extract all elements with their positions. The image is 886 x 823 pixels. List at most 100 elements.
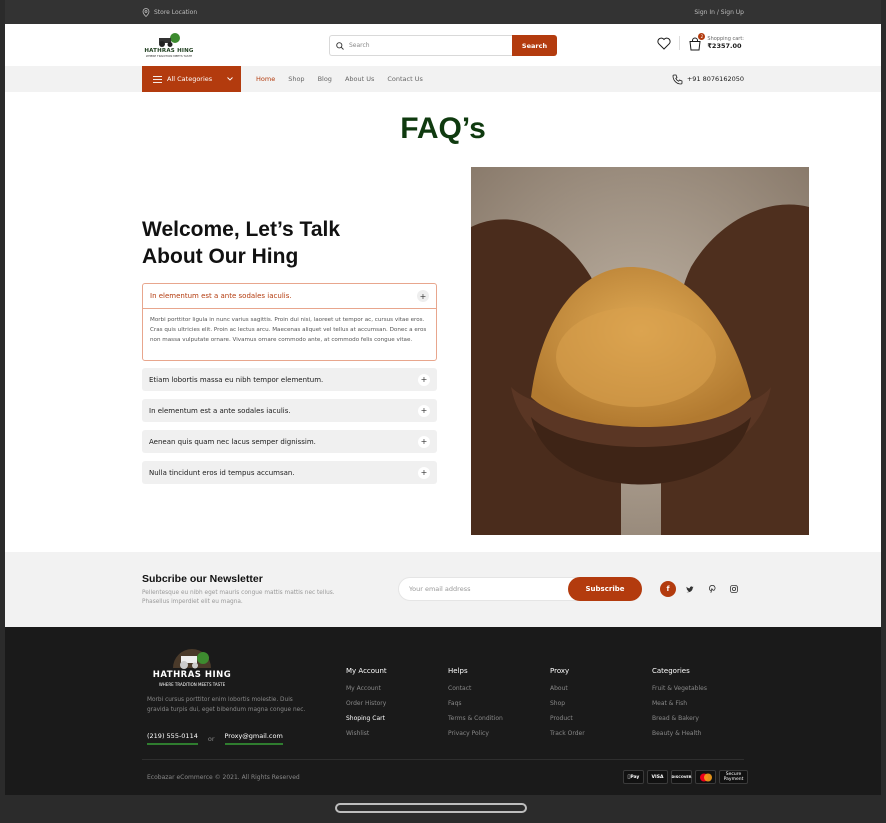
subscribe-button[interactable]: Subscribe [568,577,642,601]
payment-methods: Pay VISA DISCOVER Secure Payment [623,770,748,784]
sign-in-link[interactable]: Sign In [694,9,715,16]
all-categories-button[interactable]: All Categories [142,66,241,92]
apple-pay-label: Pay [628,774,639,780]
discover-icon: DISCOVER [671,770,692,784]
social-links: f [660,581,742,597]
store-location-label: Store Location [154,8,198,16]
footer-column-proxy: Proxy About Shop Product Track Order [550,667,585,745]
nav-contact-us[interactable]: Contact Us [387,75,423,83]
footer-logo[interactable]: HATHRAS HING WHERE TRADITION MEETS TASTE [147,637,237,687]
plus-icon[interactable]: + [417,290,429,302]
footer-link[interactable]: Faqs [448,700,503,715]
nav-about-us[interactable]: About Us [345,75,374,83]
phone-icon [672,74,683,84]
plus-icon[interactable]: + [418,435,430,448]
nav-shop[interactable]: Shop [288,75,304,83]
faq-answer: Morbi porttitor ligula in nunc varius sa… [150,317,427,343]
site-logo[interactable]: HATHRAS HING WHERE TRADITION MEETS TASTE [142,29,196,61]
welcome-heading: Welcome, Let’s Talk About Our Hing [142,218,341,268]
cart-button[interactable]: 2 Shopping cart: ₹2357.00 [688,33,744,51]
newsletter-title: Subcribe our Newsletter [142,573,263,585]
newsletter-form: Your email address Subscribe [398,577,642,601]
faq-item[interactable]: Aenean quis quam nec lacus semper dignis… [142,430,437,453]
faq-question-text: Nulla tincidunt eros id tempus accumsan. [149,468,295,477]
pinterest-icon[interactable] [704,581,720,597]
main-nav: All Categories Home Shop Blog About Us C… [5,66,881,92]
header-actions: 2 Shopping cart: ₹2357.00 [657,33,744,51]
twitter-icon[interactable] [682,581,698,597]
plus-icon[interactable]: + [418,373,430,386]
faq-question-text: In elementum est a ante sodales iaculis. [150,292,292,300]
faq-section: FAQ’s Welcome, Let’s Talk About Our Hing… [5,92,881,552]
faq-question-text: Aenean quis quam nec lacus semper dignis… [149,437,316,446]
footer-contact: (219) 555-0114 or Proxy@gmail.com [147,732,283,745]
faq-question[interactable]: In elementum est a ante sodales iaculis.… [143,284,436,309]
plus-icon[interactable]: + [418,404,430,417]
sign-up-link[interactable]: Sign Up [721,9,744,16]
footer-link[interactable]: Contact [448,685,503,700]
discover-label: DISCOVER [671,775,692,779]
horizontal-scrollbar[interactable] [335,803,527,813]
cart-total: ₹2357.00 [707,42,742,50]
phone-contact[interactable]: +91 8076162050 [672,66,744,92]
search-bar: Search Search [329,35,557,56]
hamburger-icon [153,75,162,83]
footer: HATHRAS HING WHERE TRADITION MEETS TASTE… [5,627,881,795]
footer-link[interactable]: About [550,685,585,700]
payment-label: Payment [723,777,744,782]
instagram-icon[interactable] [726,581,742,597]
cart-icon-wrap: 2 [688,33,706,51]
footer-link[interactable]: Shoping Cart [346,715,387,730]
footer-column-my-account: My Account My Account Order History Shop… [346,667,387,745]
faq-question-text: In elementum est a ante sodales iaculis. [149,406,291,415]
mastercard-icon [695,770,716,784]
footer-link[interactable]: Order History [346,700,387,715]
nav-home[interactable]: Home [256,75,275,83]
search-icon [336,41,344,50]
faq-item[interactable]: Etiam lobortis massa eu nibh tempor elem… [142,368,437,391]
footer-link[interactable]: Shop [550,700,585,715]
copyright: Ecobazar eCommerce © 2021. All Rights Re… [147,774,300,781]
footer-link[interactable]: Bread & Bakery [652,715,707,730]
footer-column-title: Proxy [550,667,570,675]
search-input[interactable]: Search [329,35,512,56]
footer-description: Morbi cursus porttitor enim lobortis mol… [147,697,306,713]
top-bar: Store Location Sign In / Sign Up [5,0,881,24]
footer-link[interactable]: Beauty & Health [652,730,707,745]
footer-link[interactable]: Product [550,715,585,730]
all-categories-label: All Categories [167,75,213,83]
nav-menu: Home Shop Blog About Us Contact Us [256,66,423,92]
tractor-logo-icon [159,33,180,47]
heart-icon[interactable] [657,37,671,50]
plus-icon[interactable]: + [418,466,430,479]
faq-item[interactable]: Nulla tincidunt eros id tempus accumsan.… [142,461,437,484]
nav-blog[interactable]: Blog [318,75,332,83]
footer-email-link[interactable]: Proxy@gmail.com [224,732,283,745]
footer-link[interactable]: Fruit & Vegetables [652,685,707,700]
footer-link[interactable]: Terms & Condition [448,715,503,730]
footer-column-title: Categories [652,667,690,675]
footer-phone-link[interactable]: (219) 555-0114 [147,732,198,745]
search-button[interactable]: Search [512,35,557,56]
visa-icon: VISA [647,770,668,784]
hands-with-powder-image [471,167,809,535]
faq-item-open[interactable]: In elementum est a ante sodales iaculis.… [142,283,437,361]
footer-logo-name: HATHRAS HING [152,670,232,680]
newsletter-description: Pellentesque eu nibh eget mauris congue … [142,590,335,605]
footer-link[interactable]: Privacy Policy [448,730,503,745]
footer-or: or [207,734,215,743]
footer-link[interactable]: My Account [346,685,387,700]
search-placeholder: Search [349,42,370,49]
hing-powder-photo [471,167,809,535]
header: HATHRAS HING WHERE TRADITION MEETS TASTE… [5,24,881,66]
footer-link[interactable]: Track Order [550,730,585,745]
secure-payment-badge: Secure Payment [719,770,748,784]
store-location-link[interactable]: Store Location [142,7,198,17]
footer-link[interactable]: Meat & Fish [652,700,707,715]
faq-item[interactable]: In elementum est a ante sodales iaculis.… [142,399,437,422]
tractor-logo-icon [173,649,211,669]
facebook-icon[interactable]: f [660,581,676,597]
footer-logo-tagline: WHERE TRADITION MEETS TASTE [158,682,226,687]
footer-link[interactable]: Wishlist [346,730,387,745]
footer-column-helps: Helps Contact Faqs Terms & Condition Pri… [448,667,503,745]
